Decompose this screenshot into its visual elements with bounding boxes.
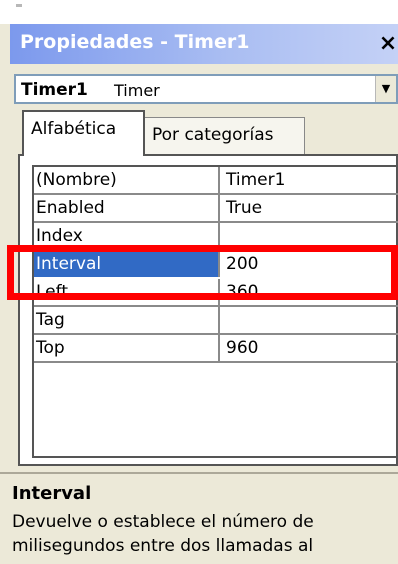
tab-alfabetica[interactable]: Alfabética (22, 110, 145, 156)
property-name: Enabled (34, 195, 220, 221)
tab-por-categorias[interactable]: Por categorías (145, 117, 305, 155)
property-name: Index (34, 223, 220, 249)
property-value[interactable]: True (222, 195, 398, 221)
property-grid: (Nombre) Timer1 Enabled True Index Inter… (32, 165, 398, 458)
divider (16, 4, 22, 7)
property-name: Top (34, 335, 220, 361)
property-row[interactable]: Tag (34, 307, 398, 335)
window-title: Propiedades - Timer1 (20, 31, 250, 53)
property-value[interactable]: 360 (222, 279, 398, 305)
property-name: (Nombre) (34, 167, 220, 193)
property-name: Tag (34, 307, 220, 333)
description-title: Interval (12, 483, 92, 504)
property-row[interactable]: Index (34, 223, 398, 251)
property-value[interactable] (222, 307, 398, 333)
divider (0, 472, 398, 474)
property-row[interactable]: Top 960 (34, 335, 398, 363)
property-name: Left (34, 279, 220, 305)
property-row[interactable]: (Nombre) Timer1 (34, 167, 398, 195)
properties-panel: (Nombre) Timer1 Enabled True Index Inter… (18, 154, 398, 466)
property-name: Interval (34, 251, 220, 277)
property-row[interactable]: Enabled True (34, 195, 398, 223)
chevron-down-icon[interactable]: ▼ (375, 76, 396, 102)
object-selector[interactable]: Timer1 Timer ▼ (14, 74, 398, 104)
property-value[interactable]: 960 (222, 335, 398, 361)
property-row[interactable]: Left 360 (34, 279, 398, 307)
description-text: Devuelve o establece el número de milise… (12, 512, 314, 556)
property-value-input[interactable]: 200 (222, 251, 398, 277)
object-name: Timer1 (21, 80, 88, 100)
property-value[interactable] (222, 223, 398, 249)
property-value[interactable]: Timer1 (222, 167, 398, 193)
property-row-selected[interactable]: Interval 200 (34, 251, 398, 279)
object-type: Timer (114, 81, 160, 100)
title-bar: Propiedades - Timer1 × (10, 24, 398, 64)
close-icon[interactable]: × (378, 30, 398, 58)
top-strip (0, 0, 398, 24)
